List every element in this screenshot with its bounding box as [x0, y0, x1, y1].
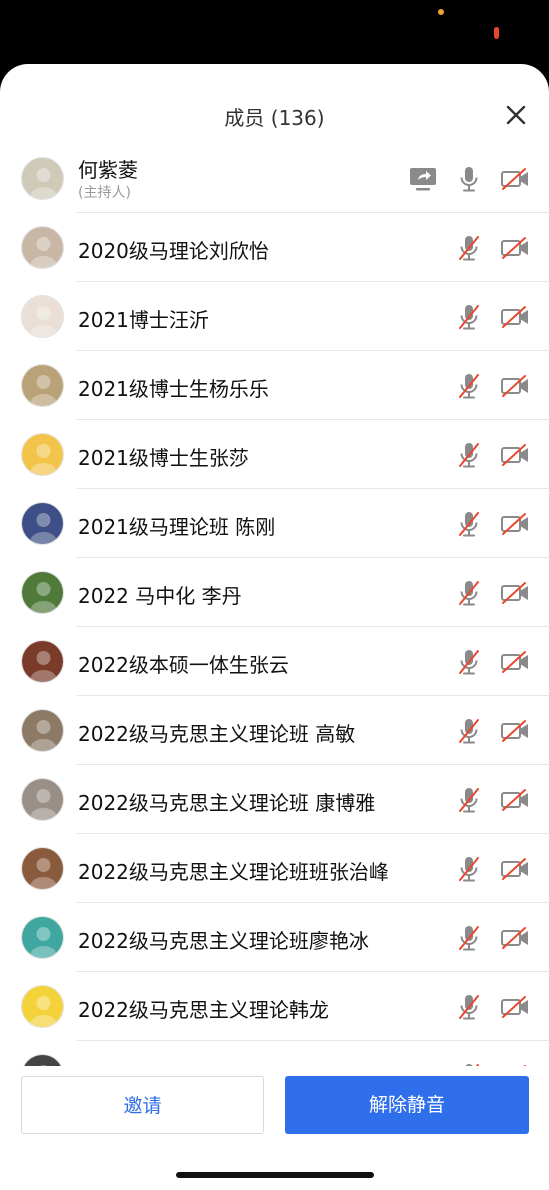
camera-off-icon[interactable] [500, 440, 530, 470]
mic-muted-icon[interactable] [454, 302, 484, 332]
member-row[interactable]: 2022级马克思主义理论班 高敏 [0, 696, 549, 765]
member-row[interactable]: 2021级博士生张莎 [0, 420, 549, 489]
mic-muted-icon[interactable] [454, 854, 484, 884]
camera-off-icon[interactable] [500, 647, 530, 677]
member-name: 2022级马克思主义理论韩龙 [78, 998, 329, 1022]
camera-off-icon[interactable] [500, 509, 530, 539]
camera-off-icon[interactable] [500, 302, 530, 332]
mic-muted-icon[interactable] [454, 233, 484, 263]
mic-muted-icon[interactable] [454, 578, 484, 608]
avatar [21, 571, 64, 614]
member-row[interactable]: 2022级马克思主义理论班 康博雅 [0, 765, 549, 834]
screen-share-icon[interactable] [408, 164, 438, 194]
camera-off-icon[interactable] [500, 578, 530, 608]
avatar [21, 916, 64, 959]
member-name: 何紫菱 [78, 158, 138, 182]
avatar [21, 709, 64, 752]
footer: 邀请 解除静音 [0, 1066, 549, 1190]
avatar [21, 226, 64, 269]
member-name: 2021级马理论班 陈刚 [78, 515, 276, 539]
avatar [21, 847, 64, 890]
member-row[interactable]: 2022级马克思主义理论班班张治峰 [0, 834, 549, 903]
invite-button[interactable]: 邀请 [21, 1076, 264, 1134]
mic-muted-icon[interactable] [454, 440, 484, 470]
mic-muted-icon[interactable] [454, 647, 484, 677]
mic-muted-icon[interactable] [454, 992, 484, 1022]
camera-off-icon[interactable] [500, 164, 530, 194]
member-name: 2022级马克思主义理论班班张治峰 [78, 860, 389, 884]
close-button[interactable] [503, 102, 529, 128]
mic-muted-icon[interactable] [454, 923, 484, 953]
members-sheet: 成员 (136) 何紫菱 (主持人) 2020级马理论刘欣怡 2021博士汪沂 2021… [0, 64, 549, 1190]
member-name: 2021级博士生张莎 [78, 446, 249, 470]
avatar [21, 364, 64, 407]
camera-off-icon[interactable] [500, 233, 530, 263]
member-name: 2022级马克思主义理论班 高敏 [78, 722, 356, 746]
status-bar [0, 0, 549, 64]
avatar [21, 640, 64, 683]
member-row[interactable]: 2022 马中化 李丹 [0, 558, 549, 627]
member-role: (主持人) [78, 185, 131, 201]
mic-muted-icon[interactable] [454, 371, 484, 401]
mic-muted-icon[interactable] [454, 509, 484, 539]
status-indicator-pill [494, 27, 499, 39]
member-row[interactable]: 2020级马理论刘欣怡 [0, 213, 549, 282]
member-row[interactable]: 2021级博士生杨乐乐 [0, 351, 549, 420]
sheet-title: 成员 (136) [224, 106, 325, 130]
avatar [21, 157, 64, 200]
member-row[interactable] [0, 1041, 549, 1066]
member-name: 2022级马克思主义理论班廖艳冰 [78, 929, 369, 953]
member-name: 2022级马克思主义理论班 康博雅 [78, 791, 376, 815]
close-icon [506, 105, 526, 125]
camera-off-icon[interactable] [500, 923, 530, 953]
member-name: 2021博士汪沂 [78, 308, 209, 332]
member-list[interactable]: 何紫菱 (主持人) 2020级马理论刘欣怡 2021博士汪沂 2021级博士生杨乐乐 20… [0, 144, 549, 1066]
unmute-all-button[interactable]: 解除静音 [285, 1076, 529, 1134]
avatar [21, 778, 64, 821]
member-name: 2022级本硕一体生张云 [78, 653, 289, 677]
status-indicator-dot [438, 9, 444, 15]
camera-off-icon[interactable] [500, 992, 530, 1022]
member-row[interactable]: 2022级马克思主义理论韩龙 [0, 972, 549, 1041]
member-name: 2020级马理论刘欣怡 [78, 239, 269, 263]
member-row[interactable]: 何紫菱 (主持人) [0, 144, 549, 213]
mic-muted-icon[interactable] [454, 785, 484, 815]
camera-off-icon[interactable] [500, 854, 530, 884]
home-indicator [176, 1172, 374, 1178]
sheet-header: 成员 (136) [0, 64, 549, 144]
mic-icon[interactable] [454, 164, 484, 194]
member-row[interactable]: 2021博士汪沂 [0, 282, 549, 351]
avatar [21, 295, 64, 338]
camera-off-icon[interactable] [500, 785, 530, 815]
member-name: 2022 马中化 李丹 [78, 584, 242, 608]
avatar [21, 502, 64, 545]
camera-off-icon[interactable] [500, 716, 530, 746]
member-row[interactable]: 2021级马理论班 陈刚 [0, 489, 549, 558]
avatar [21, 985, 64, 1028]
mic-muted-icon[interactable] [454, 716, 484, 746]
member-row[interactable]: 2022级马克思主义理论班廖艳冰 [0, 903, 549, 972]
avatar [21, 433, 64, 476]
camera-off-icon[interactable] [500, 371, 530, 401]
member-name: 2021级博士生杨乐乐 [78, 377, 269, 401]
member-row[interactable]: 2022级本硕一体生张云 [0, 627, 549, 696]
avatar [21, 1054, 64, 1066]
